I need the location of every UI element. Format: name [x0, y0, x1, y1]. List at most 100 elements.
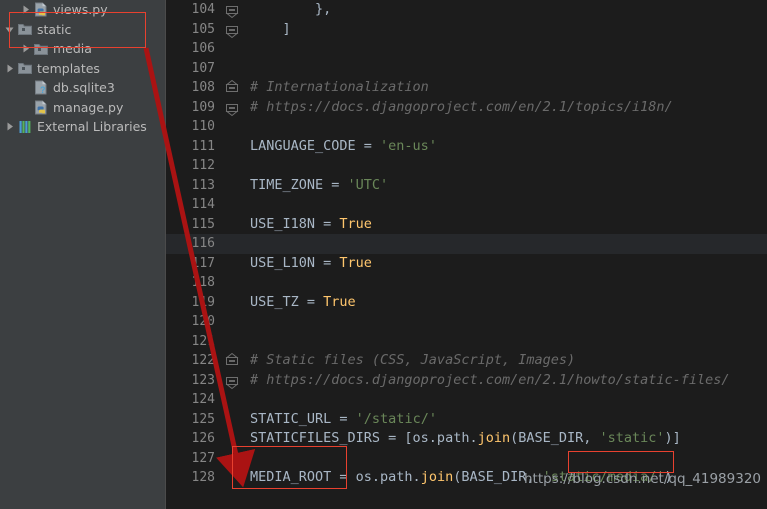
code-text: }, — [241, 0, 767, 20]
project-tree[interactable]: views.py static media templates? db.sqlite3 m… — [0, 0, 165, 137]
fold-gutter — [223, 293, 241, 313]
code-line[interactable]: 112 — [165, 156, 767, 176]
code-token: ] — [250, 20, 291, 37]
chevron-right-icon[interactable] — [2, 120, 16, 134]
fold-marker-icon[interactable] — [223, 0, 241, 20]
code-lines[interactable]: 104 }, 105 ] 106 107 108 # Internationalizati… — [165, 0, 767, 509]
tree-item-db-sqlite3[interactable]: ? db.sqlite3 — [0, 78, 165, 98]
code-text: STATIC_URL = '/static/' — [241, 410, 767, 430]
line-number: 113 — [165, 175, 223, 195]
code-token: STATICFILES_DIRS = [os.path. — [250, 430, 478, 446]
code-line[interactable]: 106 — [165, 39, 767, 59]
code-line[interactable]: 127 — [165, 448, 767, 468]
line-number: 125 — [165, 409, 223, 429]
code-line[interactable]: 115 USE_I18N = True — [165, 214, 767, 235]
code-line[interactable]: 114 — [165, 195, 767, 215]
code-token: 'en-us' — [380, 137, 437, 154]
fold-gutter — [223, 117, 241, 137]
code-line[interactable]: 126 STATICFILES_DIRS = [os.path.join(BASE… — [165, 429, 767, 449]
svg-text:?: ? — [40, 85, 46, 95]
fold-gutter — [223, 468, 241, 488]
line-number: 108 — [165, 78, 223, 98]
fold-gutter — [223, 254, 241, 274]
code-line[interactable]: 123 # https://docs.djangoproject.com/en/2… — [165, 370, 767, 391]
code-line[interactable]: 105 ] — [165, 19, 767, 40]
line-number: 128 — [165, 468, 223, 488]
tree-item-static[interactable]: static — [0, 20, 165, 40]
fold-marker-icon[interactable] — [223, 20, 241, 40]
code-token: # Static files (CSS, JavaScript, Images) — [250, 352, 576, 368]
line-number: 104 — [165, 0, 223, 20]
code-line[interactable]: 119 USE_TZ = True — [165, 292, 767, 313]
tree-item-label: views.py — [53, 2, 108, 17]
tree-item-label: static — [37, 21, 72, 37]
code-line[interactable]: 120 — [165, 312, 767, 332]
code-line[interactable]: 111 LANGUAGE_CODE = 'en-us' — [165, 136, 767, 157]
line-number: 106 — [165, 39, 223, 59]
fold-gutter — [223, 234, 241, 254]
code-editor[interactable]: 104 }, 105 ] 106 107 108 # Internationalizati… — [165, 0, 767, 509]
tree-item-media[interactable]: media — [0, 39, 165, 59]
line-number: 120 — [165, 312, 223, 332]
line-number: 116 — [165, 234, 223, 254]
chevron-right-icon[interactable] — [18, 42, 32, 56]
code-token: USE_L10N = — [250, 254, 340, 271]
tree-item-label: media — [53, 41, 92, 56]
code-line[interactable]: 117 USE_L10N = True — [165, 253, 767, 274]
code-token: STATIC_URL = — [250, 410, 356, 427]
watermark-url: https://blog.csdn.net/qq_41989320 — [523, 471, 761, 487]
fold-marker-icon[interactable] — [223, 98, 241, 118]
code-text: # https://docs.djangoproject.com/en/2.1/… — [241, 98, 767, 118]
code-token: USE_TZ = — [250, 293, 324, 310]
code-text: TIME_ZONE = 'UTC' — [241, 176, 767, 196]
tree-item-templates[interactable]: templates — [0, 59, 165, 79]
line-number: 109 — [165, 97, 223, 117]
code-line[interactable]: 116 — [165, 234, 767, 254]
code-line[interactable]: 118 — [165, 273, 767, 293]
code-text: LANGUAGE_CODE = 'en-us' — [241, 137, 767, 157]
code-text: ] — [241, 20, 767, 40]
fold-gutter — [223, 156, 241, 176]
code-line[interactable]: 113 TIME_ZONE = 'UTC' — [165, 175, 767, 196]
libraries-icon — [16, 119, 34, 135]
fold-marker-icon[interactable] — [223, 78, 241, 98]
tree-item-manage-py[interactable]: manage.py — [0, 98, 165, 118]
code-token: join — [477, 430, 511, 446]
code-token: '/static/' — [355, 410, 437, 427]
chevron-right-icon[interactable] — [18, 3, 32, 17]
code-line[interactable]: 125 STATIC_URL = '/static/' — [165, 409, 767, 430]
code-token: }, — [250, 1, 332, 17]
code-token: True — [339, 254, 372, 271]
tree-item-views-py[interactable]: views.py — [0, 0, 165, 20]
code-token: (BASE_DIR, — [510, 430, 600, 446]
code-token: # https://docs.djangoproject.com/en/2.1/… — [250, 371, 730, 388]
fold-gutter — [223, 429, 241, 449]
fold-gutter — [223, 39, 241, 59]
tree-arrow-none — [18, 81, 32, 95]
folder-icon — [16, 21, 34, 37]
code-token: # https://docs.djangoproject.com/en/2.1/… — [250, 98, 673, 115]
line-number: 111 — [165, 136, 223, 156]
code-text: USE_I18N = True — [241, 215, 767, 235]
code-line[interactable]: 109 # https://docs.djangoproject.com/en/2… — [165, 97, 767, 118]
sqlite-file-icon: ? — [32, 80, 50, 96]
fold-marker-icon[interactable] — [223, 371, 241, 391]
code-line[interactable]: 121 — [165, 331, 767, 351]
project-tree-sidebar[interactable]: views.py static media templates? db.sqlite3 m… — [0, 0, 165, 509]
chevron-right-icon[interactable] — [2, 61, 16, 75]
code-line[interactable]: 108 # Internationalization — [165, 78, 767, 98]
fold-gutter — [223, 59, 241, 79]
line-number: 127 — [165, 448, 223, 468]
code-line[interactable]: 110 — [165, 117, 767, 137]
chevron-down-icon[interactable] — [2, 22, 16, 36]
line-number: 114 — [165, 195, 223, 215]
tree-item-label: manage.py — [53, 99, 124, 115]
code-line[interactable]: 122 # Static files (CSS, JavaScript, Imag… — [165, 351, 767, 371]
fold-marker-icon[interactable] — [223, 351, 241, 371]
code-line[interactable]: 104 }, — [165, 0, 767, 20]
tree-item-external-libraries[interactable]: External Libraries — [0, 117, 165, 137]
code-line[interactable]: 124 — [165, 390, 767, 410]
code-line[interactable]: 107 — [165, 58, 767, 79]
